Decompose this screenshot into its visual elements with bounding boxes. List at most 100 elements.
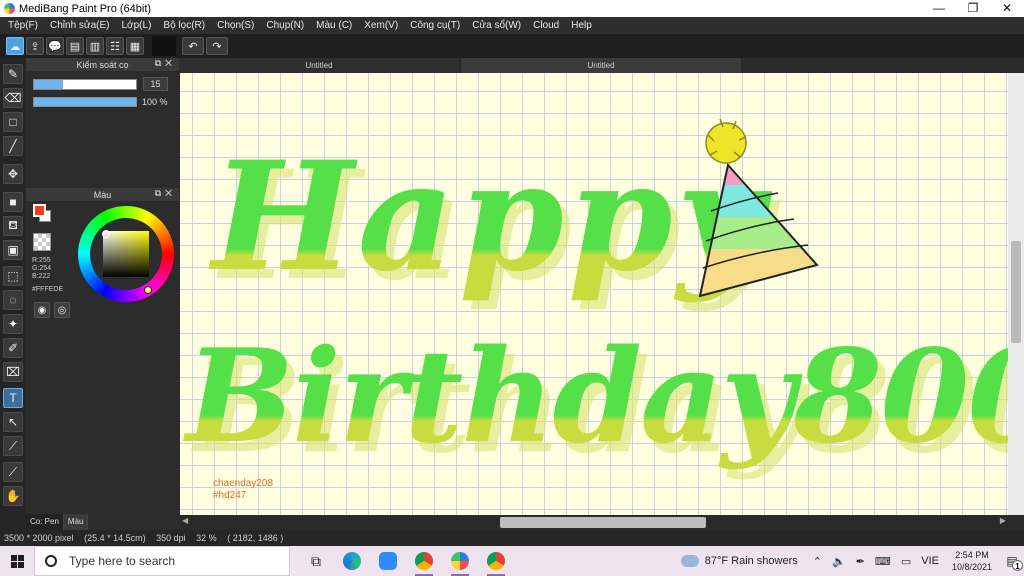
notifications-icon[interactable]: ▤ 1 (1000, 551, 1024, 571)
menu-view[interactable]: Xem(V) (358, 17, 404, 34)
canvas-dpi: 350 dpi (156, 533, 186, 543)
title-bar: MediBang Paint Pro (64bit) — ❐ ✕ (0, 0, 1024, 17)
gradient-icon[interactable]: ▣ (3, 240, 23, 260)
grid-icon[interactable]: ▦ (126, 37, 144, 55)
horizontal-scroll-thumb[interactable] (500, 517, 706, 528)
chrome-icon[interactable] (406, 546, 442, 576)
menu-file[interactable]: Tệp(F) (2, 17, 44, 34)
hue-picker-handle[interactable] (144, 286, 152, 294)
menu-select[interactable]: Chọn(S) (211, 17, 260, 34)
chevron-up-icon[interactable]: ⌃ (813, 555, 822, 568)
clock[interactable]: 2:54 PM 10/8/2021 (952, 549, 992, 573)
volume-icon[interactable]: 🔈 (832, 555, 846, 568)
g-value: G:254 (32, 265, 52, 272)
palette-add-icon[interactable]: ◎ (54, 302, 70, 318)
system-tray: 87°F Rain showers ⌃ 🔈 ✒ ⌨ ▭ VIE 2:54 PM … (680, 546, 1024, 576)
menu-help[interactable]: Help (565, 17, 598, 34)
pen-icon[interactable]: ✒ (856, 555, 865, 568)
select-rect-icon[interactable]: ⬚ (3, 266, 23, 286)
menu-layer[interactable]: Lớp(L) (116, 17, 158, 34)
menu-tools[interactable]: Công cụ(T) (404, 17, 466, 34)
select-pen-icon[interactable]: ✐ (3, 338, 23, 358)
brush-icon[interactable]: ✎ (3, 64, 23, 84)
keyboard-icon[interactable]: ⌨ (875, 555, 891, 568)
color-panel-header: Màu ⧉✕ (26, 188, 179, 201)
sv-picker-handle[interactable] (102, 230, 110, 238)
brush-opacity-row: 100 % (26, 94, 179, 110)
eyedropper-icon[interactable]: ⟋ (3, 436, 23, 456)
start-button[interactable] (0, 546, 34, 576)
color-wheel[interactable] (78, 206, 174, 302)
status-bar: 3500 * 2000 pixel (25.4 * 14.5cm) 350 dp… (0, 530, 1024, 546)
happy-text: Happy (208, 129, 773, 305)
operation-icon[interactable]: ↖ (3, 412, 23, 432)
minimize-icon[interactable]: — (922, 0, 956, 17)
foreground-color-swatch[interactable] (33, 204, 46, 217)
weather-widget[interactable]: 87°F Rain showers (680, 555, 798, 567)
tab-color[interactable]: Màu (63, 514, 89, 530)
windows-logo-icon (10, 554, 24, 568)
chrome-alt-icon[interactable] (478, 546, 514, 576)
display-icon[interactable]: ▭ (901, 555, 911, 568)
redo-icon[interactable]: ↷ (206, 37, 228, 55)
notification-count: 1 (1012, 560, 1023, 571)
taskbar-search[interactable]: Type here to search (34, 546, 290, 576)
scroll-left-icon[interactable]: ◀ (182, 516, 188, 525)
signature-hashtag: #hd247 (213, 490, 247, 501)
comment-icon[interactable]: 💬 (46, 37, 64, 55)
brush-opacity-slider[interactable] (33, 97, 137, 107)
menu-window[interactable]: Cửa sổ(W) (466, 17, 527, 34)
share-icon[interactable]: ⇪ (26, 37, 44, 55)
magic-wand-icon[interactable]: ✦ (3, 314, 23, 334)
language-indicator[interactable]: VIE (921, 555, 939, 567)
edge-icon[interactable] (334, 546, 370, 576)
eraser-icon[interactable]: ⌫ (3, 88, 23, 108)
comment-list-icon[interactable]: ▤ (66, 37, 84, 55)
fill-rect-icon[interactable]: ■ (3, 192, 23, 212)
tab-brush[interactable]: Co: Pen (26, 514, 64, 530)
scroll-right-icon[interactable]: ▶ (1000, 516, 1006, 525)
hand-icon[interactable]: ✋ (3, 486, 23, 506)
undo-icon[interactable]: ↶ (182, 37, 204, 55)
move-icon[interactable]: ✥ (3, 164, 23, 184)
medibang-icon[interactable] (442, 546, 478, 576)
menu-filter[interactable]: Bộ lọc(R) (157, 17, 211, 34)
saturation-value-square[interactable] (103, 231, 149, 277)
palette-icon[interactable]: ◉ (34, 302, 50, 318)
select-eraser-icon[interactable]: ⌧ (3, 362, 23, 382)
search-placeholder: Type here to search (69, 554, 176, 568)
windows-taskbar: Type here to search ⧉ 87°F Rain showers … (0, 546, 1024, 576)
vertical-scroll-thumb[interactable] (1011, 241, 1021, 343)
bucket-icon[interactable]: ⛾ (3, 216, 23, 236)
weather-text: 87°F Rain showers (704, 555, 798, 567)
lasso-icon[interactable]: ◌ (3, 290, 23, 310)
vertical-scrollbar[interactable] (1008, 73, 1024, 515)
rectangle-icon[interactable]: □ (3, 112, 23, 132)
dropper-icon[interactable]: ⟋ (3, 462, 23, 482)
line-icon[interactable]: ╱ (3, 136, 23, 156)
cloud-icon[interactable]: ☁ (6, 37, 24, 55)
document-tab-1[interactable]: Untitled (179, 58, 459, 73)
r-value: R:255 (32, 257, 51, 264)
zoom-icon[interactable] (370, 546, 406, 576)
brush-size-value[interactable]: 15 (143, 77, 168, 91)
menu-cloud[interactable]: Cloud (527, 17, 565, 34)
close-icon[interactable]: ✕ (990, 0, 1024, 17)
maximize-icon[interactable]: ❐ (956, 0, 990, 17)
panel-controls-icon[interactable]: ⧉✕ (155, 188, 176, 199)
text-icon[interactable]: T (3, 388, 23, 408)
transparent-color-swatch[interactable] (33, 233, 51, 251)
page-list-icon[interactable]: ☷ (106, 37, 124, 55)
panel-controls-icon[interactable]: ⧉✕ (155, 58, 176, 69)
drawing-canvas[interactable]: Happy Happy Birthday800 Birthday800 chae… (180, 73, 1008, 515)
page-icon[interactable]: ▥ (86, 37, 104, 55)
document-tab-2[interactable]: Untitled (461, 58, 741, 73)
task-view-icon[interactable]: ⧉ (298, 546, 334, 576)
menu-edit[interactable]: Chỉnh sửa(E) (44, 17, 116, 34)
menu-color[interactable]: Màu (C) (310, 17, 358, 34)
color-panel-title: Màu (93, 189, 112, 200)
horizontal-scrollbar[interactable]: ◀ ▶ (180, 515, 1008, 530)
medibang-app-icon (4, 3, 15, 14)
menu-snap[interactable]: Chụp(N) (260, 17, 310, 34)
brush-size-slider[interactable] (33, 78, 137, 90)
